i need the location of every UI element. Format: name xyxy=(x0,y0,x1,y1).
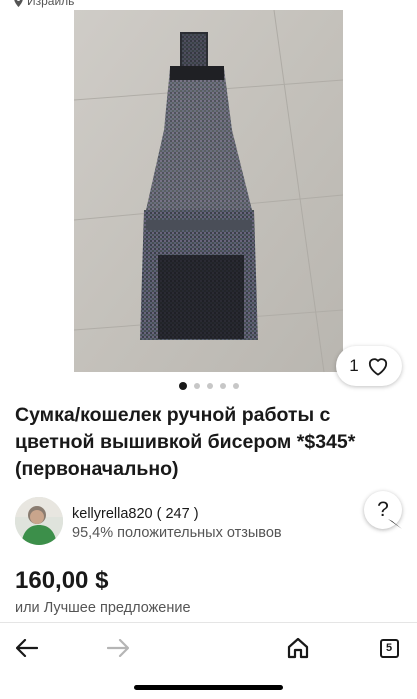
like-count: 1 xyxy=(349,356,359,375)
location-label: Израиль xyxy=(14,0,74,8)
arrow-right-icon xyxy=(107,639,129,657)
pager-dot[interactable] xyxy=(193,383,200,389)
price: 160,00 $ xyxy=(15,567,109,594)
like-button[interactable]: 1 xyxy=(336,346,402,386)
browser-toolbar: 5 xyxy=(0,622,417,670)
product-photo[interactable] xyxy=(74,10,343,372)
home-icon xyxy=(287,637,309,659)
pager-dot[interactable] xyxy=(206,383,213,389)
seller-feedback: 95,4% положительных отзывов xyxy=(72,525,282,541)
location-text: Израиль xyxy=(27,0,75,8)
back-button[interactable] xyxy=(14,635,40,661)
arrow-left-icon xyxy=(16,639,38,657)
home-indicator[interactable] xyxy=(134,685,283,690)
tabs-button[interactable]: 5 xyxy=(376,635,402,661)
seller-name[interactable]: kellyrella820 ( 247 ) xyxy=(72,506,199,522)
avatar[interactable] xyxy=(15,497,63,545)
beaded-bag-image xyxy=(74,10,343,372)
pager-dot[interactable] xyxy=(232,383,239,389)
pager-dot[interactable] xyxy=(178,382,187,390)
listing-title: Сумка/кошелек ручной работы с цветной вы… xyxy=(15,404,356,480)
seller-avatar-image xyxy=(15,497,63,545)
status-strip: Израиль xyxy=(0,0,417,10)
tabs-count: 5 xyxy=(385,642,393,654)
tabs-icon: 5 xyxy=(379,638,399,658)
location-pin-icon xyxy=(14,0,23,7)
gallery-pager[interactable] xyxy=(0,382,417,390)
pager-dot[interactable] xyxy=(219,383,226,389)
gallery-side-left xyxy=(0,10,74,372)
gallery-side-right xyxy=(343,10,417,372)
home-button[interactable] xyxy=(285,635,311,661)
image-gallery[interactable] xyxy=(0,10,417,372)
help-bubble-tail-icon xyxy=(388,519,402,529)
seller-card[interactable]: kellyrella820 ( 247 ) 95,4% положительны… xyxy=(15,491,405,547)
best-offer-text: или Лучшее предложение xyxy=(15,600,191,616)
forward-button[interactable] xyxy=(105,635,131,661)
heart-outline-icon xyxy=(368,358,387,376)
